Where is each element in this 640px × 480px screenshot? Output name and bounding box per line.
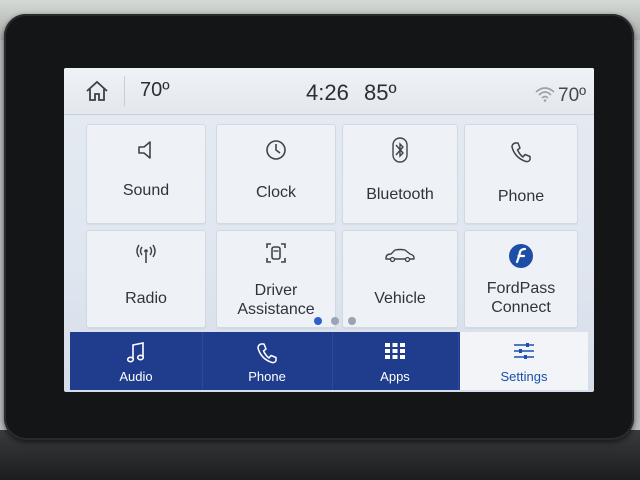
interior-temperature[interactable]: 85º <box>364 80 397 106</box>
sliders-icon <box>514 343 534 359</box>
tile-label: Bluetooth <box>366 186 434 203</box>
tile-phone[interactable]: Phone <box>464 124 578 224</box>
infotainment-screen: 70º 4:26 85º 70º Sound Clock Bluetooth P… <box>64 68 594 392</box>
tile-sound[interactable]: Sound <box>86 124 206 224</box>
tile-label-line1: FordPass <box>486 280 556 297</box>
nav-audio[interactable]: Audio <box>70 332 203 390</box>
page-indicator[interactable] <box>314 317 364 327</box>
grid-icon <box>385 343 405 359</box>
bluetooth-icon <box>392 137 408 163</box>
status-divider <box>124 76 125 106</box>
fordpass-logo-icon <box>509 244 533 268</box>
nav-settings[interactable]: Settings <box>460 332 588 390</box>
tile-label: Clock <box>255 184 296 201</box>
wifi-icon <box>535 87 555 102</box>
tile-label: Sound <box>122 182 170 199</box>
page-dot[interactable] <box>348 317 356 325</box>
status-bar: 70º 4:26 85º 70º <box>64 68 594 115</box>
nav-label: Apps <box>380 369 410 384</box>
tile-label: Phone <box>497 188 545 205</box>
tile-driver-assistance[interactable]: Driver Assistance <box>216 230 336 328</box>
nav-label: Phone <box>248 369 286 384</box>
nav-label: Settings <box>500 369 548 384</box>
home-button[interactable] <box>82 78 112 104</box>
speaker-icon <box>138 141 151 159</box>
outside-temperature[interactable]: 70º <box>140 79 170 102</box>
tile-clock[interactable]: Clock <box>216 124 336 224</box>
phone-icon <box>511 142 531 163</box>
radio-antenna-icon <box>136 244 156 263</box>
nav-apps[interactable]: Apps <box>332 332 459 390</box>
car-icon <box>385 248 415 263</box>
tile-label: Radio <box>125 290 167 307</box>
page-dot[interactable] <box>331 317 339 325</box>
home-icon <box>86 80 108 101</box>
tile-radio[interactable]: Radio <box>86 230 206 328</box>
nav-label: Audio <box>119 369 153 384</box>
tile-label-line1: Driver <box>254 282 298 299</box>
clock-icon <box>266 140 286 160</box>
tile-vehicle[interactable]: Vehicle <box>342 230 458 328</box>
tile-label-line2: Connect <box>491 299 551 316</box>
driver-assist-icon <box>266 243 286 263</box>
tile-label: Vehicle <box>374 290 426 307</box>
clock-time[interactable]: 4:26 <box>306 80 349 106</box>
tile-bluetooth[interactable]: Bluetooth <box>342 124 458 224</box>
page-dot-active[interactable] <box>314 317 322 325</box>
phone-icon <box>257 343 277 364</box>
tile-fordpass-connect[interactable]: FordPass Connect <box>464 230 578 328</box>
nav-phone[interactable]: Phone <box>202 332 333 390</box>
music-note-icon <box>126 342 145 363</box>
bottom-navigation: Audio Phone Apps Settings <box>70 332 588 390</box>
climate-temperature[interactable]: 70º <box>558 85 586 107</box>
